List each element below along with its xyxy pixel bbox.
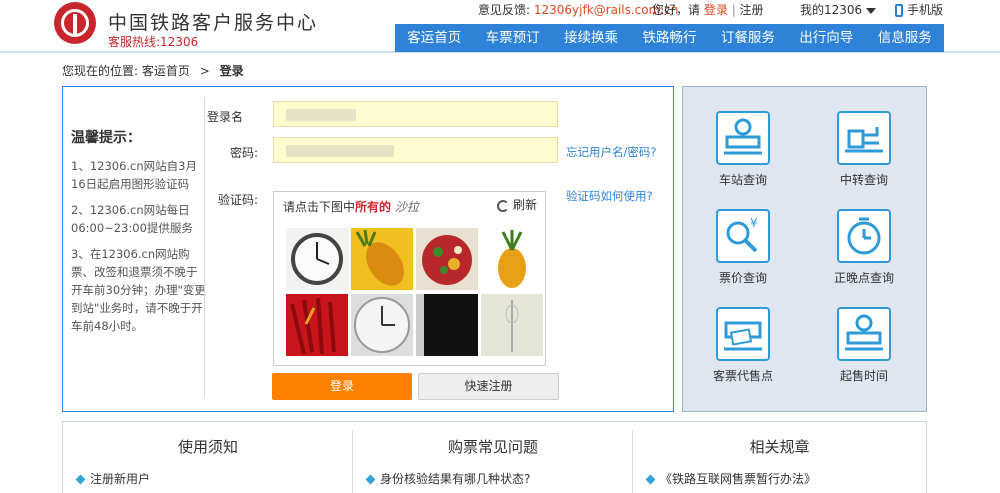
main-nav: 客运首页 车票预订 接续换乘 铁路畅行 订餐服务 出行向导 信息服务 xyxy=(395,24,944,52)
nav-home[interactable]: 客运首页 xyxy=(395,24,473,52)
nav-transfer[interactable]: 接续换乘 xyxy=(552,24,630,52)
hotline: 客服热线:12306 xyxy=(108,35,199,49)
station-icon xyxy=(716,111,770,165)
breadcrumb-prefix: 您现在的位置: xyxy=(62,64,139,78)
login-button[interactable]: 登录 xyxy=(272,373,412,400)
nav-tickets[interactable]: 车票预订 xyxy=(473,24,551,52)
breadcrumb-home[interactable]: 客运首页 xyxy=(142,64,190,78)
header-login-link[interactable]: 登录 xyxy=(704,3,728,17)
mobile-link[interactable]: 手机版 xyxy=(895,1,943,18)
mobile-label: 手机版 xyxy=(907,3,944,17)
clock-icon xyxy=(837,209,891,263)
column-title: 购票常见问题 xyxy=(447,438,538,456)
breadcrumb: 您现在的位置: 客运首页 > 登录 xyxy=(62,62,244,79)
nav-travel[interactable]: 铁路畅行 xyxy=(630,24,708,52)
captcha-image-grid xyxy=(286,228,543,356)
bullet-icon xyxy=(75,474,86,485)
nav-info[interactable]: 信息服务 xyxy=(866,24,944,52)
info-column-faq: 购票常见问题 身份核验结果有哪几种状态? xyxy=(353,422,633,493)
chevron-down-icon xyxy=(866,7,877,14)
site-title: 中国铁路客户服务中心 xyxy=(108,12,319,34)
captcha-prompt: 请点击下图中所有的 沙拉 xyxy=(283,200,420,214)
transfer-query-link[interactable]: 中转查询 xyxy=(824,111,904,188)
price-query-label: 票价查询 xyxy=(718,271,767,285)
price-query-link[interactable]: ¥ 票价查询 xyxy=(703,209,783,286)
tip-item: 3、在12306.cn网站购票、改签和退票须不晚于开车前30分钟；办理"变更到站… xyxy=(71,247,206,333)
login-panel: 温馨提示： 1、12306.cn网站自3月16日起启用图形验证码 2、12306… xyxy=(62,86,674,412)
my12306-label: 我的12306 xyxy=(800,3,863,17)
captcha-target: 沙拉 xyxy=(395,200,420,214)
tips-title: 温馨提示： xyxy=(71,130,141,146)
divider xyxy=(204,97,205,397)
user-links: 您好，请 登录 | 注册 xyxy=(652,1,764,18)
username-label: 登录名 xyxy=(206,110,243,124)
feedback: 意见反馈: 12306yjfk@rails.com.cn xyxy=(478,1,678,18)
ticket-agency-link[interactable]: 客票代售点 xyxy=(703,307,783,384)
password-label: 密码: xyxy=(229,146,258,160)
captcha-image[interactable] xyxy=(481,228,543,290)
password-input[interactable] xyxy=(273,137,558,163)
captcha-label: 验证码: xyxy=(217,193,258,207)
feedback-label: 意见反馈: xyxy=(478,3,531,17)
captcha-image[interactable] xyxy=(351,228,413,290)
info-link[interactable]: 注册新用户 xyxy=(75,470,150,487)
column-title: 相关规章 xyxy=(749,438,810,456)
nav-guide[interactable]: 出行向导 xyxy=(787,24,865,52)
quick-register-button[interactable]: 快速注册 xyxy=(418,373,559,400)
info-link[interactable]: 《铁路互联网售票暂行办法》 xyxy=(645,470,816,487)
transfer-icon xyxy=(837,111,891,165)
header-register-link[interactable]: 注册 xyxy=(740,3,764,17)
punctuality-query-link[interactable]: 正晚点查询 xyxy=(824,209,904,286)
tips-list: 1、12306.cn网站自3月16日起启用图形验证码 2、12306.cn网站每… xyxy=(71,157,206,343)
nav-catering[interactable]: 订餐服务 xyxy=(709,24,787,52)
info-section: 使用须知 注册新用户 购票常见问题 身份核验结果有哪几种状态? 相关规章 《铁路… xyxy=(62,421,927,493)
captcha-image[interactable] xyxy=(481,294,543,356)
punctuality-query-label: 正晚点查询 xyxy=(833,271,894,285)
captcha-image[interactable] xyxy=(416,228,478,290)
column-title: 使用须知 xyxy=(177,438,238,456)
info-link[interactable]: 身份核验结果有哪几种状态? xyxy=(365,470,530,487)
tip-item: 2、12306.cn网站每日06:00~23:00提供服务 xyxy=(71,203,193,235)
sale-time-link[interactable]: 起售时间 xyxy=(824,307,904,384)
captcha-box: 请点击下图中所有的 沙拉 刷新 xyxy=(273,191,546,366)
station-query-link[interactable]: 车站查询 xyxy=(703,111,783,188)
bullet-icon xyxy=(365,474,376,485)
phone-icon xyxy=(895,4,903,17)
tip-item: 1、12306.cn网站自3月16日起启用图形验证码 xyxy=(71,159,197,191)
breadcrumb-current: 登录 xyxy=(219,64,244,78)
captcha-image[interactable] xyxy=(286,294,348,356)
separator: | xyxy=(731,3,740,17)
price-search-icon: ¥ xyxy=(716,209,770,263)
info-column-rules: 相关规章 《铁路互联网售票暂行办法》 xyxy=(633,422,926,493)
ticket-agency-label: 客票代售点 xyxy=(712,369,773,383)
refresh-icon xyxy=(497,199,509,212)
railway-logo[interactable] xyxy=(54,2,96,44)
ticket-agency-icon xyxy=(716,307,770,361)
captcha-refresh-button[interactable]: 刷新 xyxy=(497,196,545,216)
bullet-icon xyxy=(645,474,656,485)
svg-text:¥: ¥ xyxy=(750,216,758,230)
station-query-label: 车站查询 xyxy=(718,173,767,187)
captcha-image[interactable] xyxy=(286,228,348,290)
station-icon xyxy=(837,307,891,361)
captcha-image[interactable] xyxy=(416,294,478,356)
quick-services-panel: 车站查询 中转查询 ¥ 票价查询 正晚点查询 客票代售点 起售时间 xyxy=(682,86,927,412)
forgot-password-link[interactable]: 忘记用户名/密码? xyxy=(566,144,656,160)
info-column-notice: 使用须知 注册新用户 xyxy=(63,422,353,493)
transfer-query-label: 中转查询 xyxy=(839,173,888,187)
sale-time-label: 起售时间 xyxy=(839,369,888,383)
page: 中国铁路客户服务中心 客服热线:12306 意见反馈: 12306yjfk@ra… xyxy=(0,0,1000,493)
captcha-help-link[interactable]: 验证码如何使用? xyxy=(566,188,653,204)
captcha-image[interactable] xyxy=(351,294,413,356)
greeting: 您好，请 xyxy=(652,3,701,17)
breadcrumb-sep: > xyxy=(199,64,210,78)
my12306-menu[interactable]: 我的12306 xyxy=(800,1,877,18)
username-input[interactable] xyxy=(273,101,558,127)
